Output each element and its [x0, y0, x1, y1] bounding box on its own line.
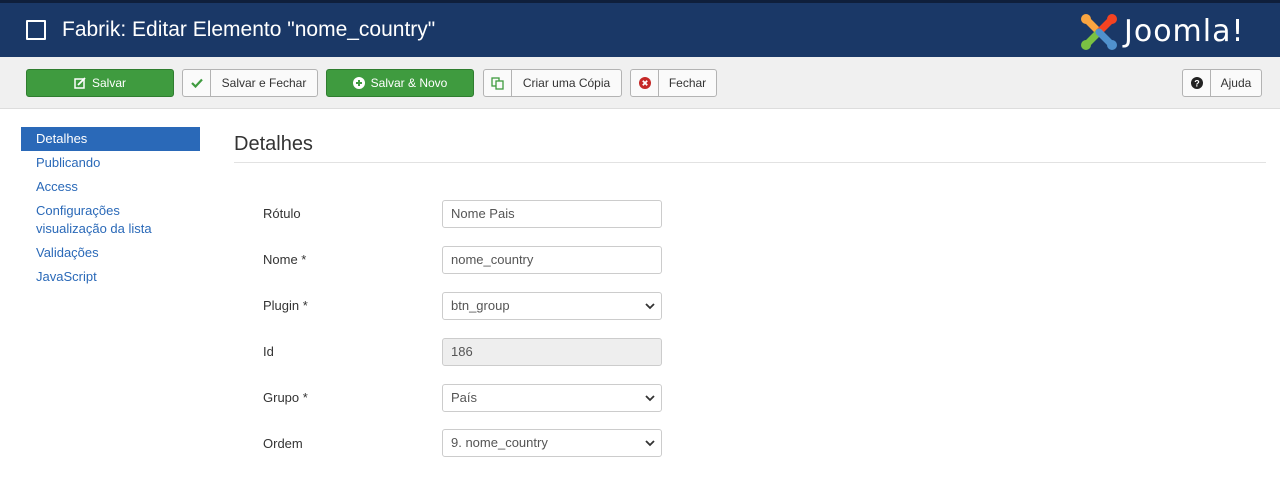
ordem-value: 9. nome_country	[451, 435, 548, 450]
label-plugin: Plugin *	[263, 298, 308, 313]
check-icon	[183, 70, 211, 96]
svg-text:?: ?	[1194, 79, 1200, 89]
chevron-down-icon	[645, 395, 655, 402]
logo-wordmark: Joomla!	[1124, 13, 1245, 49]
plugin-value: btn_group	[451, 298, 510, 313]
nome-value: nome_country	[451, 252, 534, 267]
help-button[interactable]: ? Ajuda	[1182, 69, 1262, 97]
section-title: Detalhes	[234, 133, 313, 155]
chevron-down-icon	[645, 440, 655, 447]
help-label: Ajuda	[1220, 76, 1252, 90]
save-new-label: Salvar & Novo	[370, 76, 448, 90]
sidebar-item-configuracoes[interactable]: Configurações visualização da lista	[21, 199, 171, 241]
id-value: 186	[451, 344, 473, 359]
sidebar-nav: Detalhes Publicando Access Configurações…	[21, 127, 200, 289]
label-grupo: Grupo *	[263, 390, 308, 405]
close-label: Fechar	[668, 76, 707, 90]
close-button[interactable]: Fechar	[630, 69, 717, 97]
grupo-select[interactable]: País	[442, 384, 662, 412]
label-ordem: Ordem	[263, 436, 303, 451]
rotulo-input[interactable]: Nome Pais	[442, 200, 662, 228]
save-close-button[interactable]: Salvar e Fechar	[182, 69, 318, 97]
save-button-label: Salvar	[91, 76, 126, 90]
sidebar-item-javascript[interactable]: JavaScript	[21, 265, 200, 289]
header-bar: Fabrik: Editar Elemento "nome_country" J…	[0, 0, 1280, 57]
page-icon	[26, 20, 46, 40]
save-close-label: Salvar e Fechar	[221, 76, 307, 90]
plus-circle-icon	[352, 77, 365, 89]
ordem-select[interactable]: 9. nome_country	[442, 429, 662, 457]
joomla-logo-icon	[1081, 14, 1117, 50]
sidebar-item-validacoes[interactable]: Validações	[21, 241, 200, 265]
sidebar-item-publicando[interactable]: Publicando	[21, 151, 200, 175]
close-circle-icon	[631, 70, 659, 96]
plugin-select[interactable]: btn_group	[442, 292, 662, 320]
label-id: Id	[263, 344, 274, 359]
label-nome: Nome *	[263, 252, 307, 267]
copy-button[interactable]: Criar uma Cópia	[483, 69, 622, 97]
chevron-down-icon	[645, 303, 655, 310]
edit-icon	[74, 77, 86, 89]
copy-label: Criar uma Cópia	[522, 76, 611, 90]
copy-icon	[484, 70, 512, 96]
joomla-logo: Joomla!	[1080, 12, 1245, 52]
question-circle-icon: ?	[1183, 70, 1211, 96]
sidebar-item-detalhes[interactable]: Detalhes	[21, 127, 200, 151]
label-rotulo: Rótulo	[263, 206, 301, 221]
page-title: Fabrik: Editar Elemento "nome_country"	[62, 18, 436, 41]
nome-input[interactable]: nome_country	[442, 246, 662, 274]
grupo-value: País	[451, 390, 478, 405]
save-new-button[interactable]: Salvar & Novo	[326, 69, 474, 97]
save-button[interactable]: Salvar	[26, 69, 174, 97]
sidebar-item-access[interactable]: Access	[21, 175, 200, 199]
toolbar: Salvar Salvar e Fechar Salvar & Novo Cri…	[0, 57, 1280, 109]
id-input: 186	[442, 338, 662, 366]
section-divider	[234, 162, 1266, 163]
rotulo-value: Nome Pais	[451, 206, 515, 221]
